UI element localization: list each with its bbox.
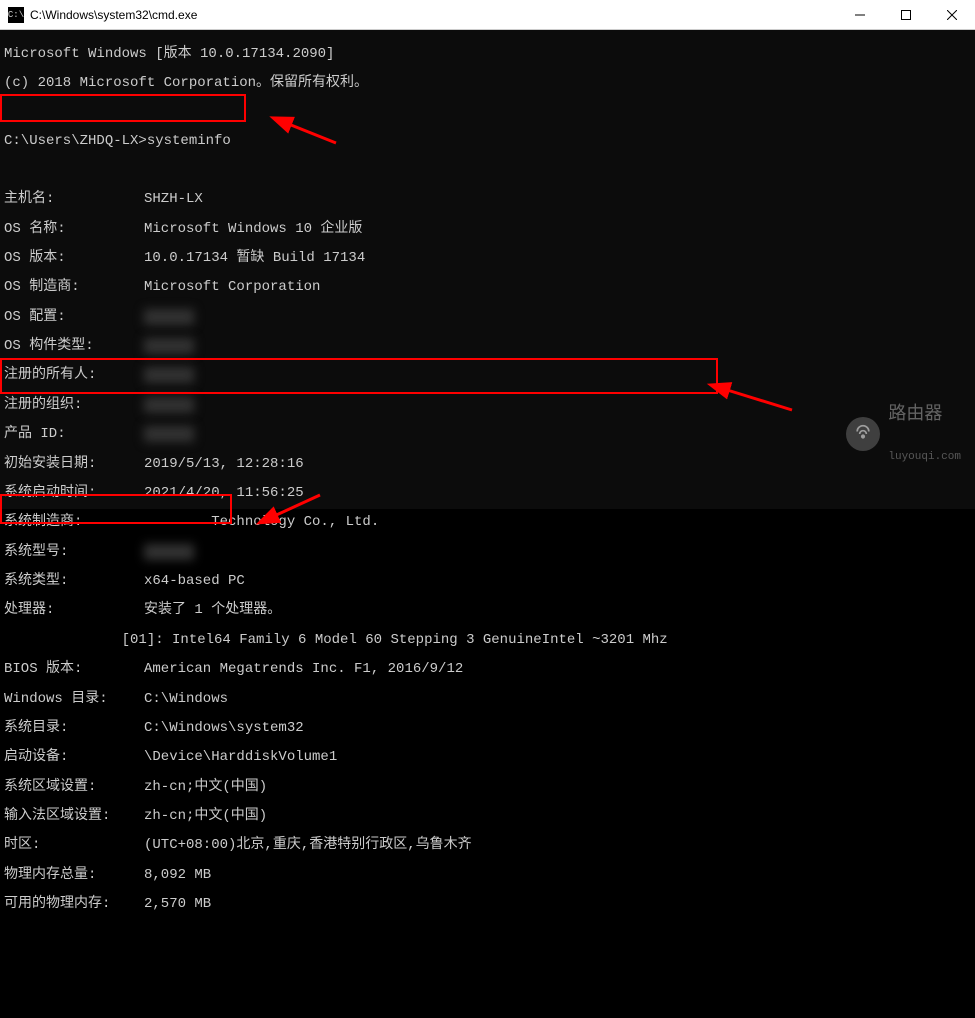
row-oscfg: OS 配置:: [4, 310, 971, 325]
close-button[interactable]: [929, 0, 975, 29]
command-prompt: C:\Users\ZHDQ-LX>systeminfo: [4, 134, 971, 149]
row-cpu: 处理器:安装了 1 个处理器。: [4, 603, 971, 618]
row-regowner: 注册的所有人:: [4, 368, 971, 383]
row-sysmodel: 系统型号:: [4, 545, 971, 560]
row-physmem: 物理内存总量:8,092 MB: [4, 868, 971, 883]
watermark-subtitle: luyouqi.com: [888, 452, 961, 464]
watermark: 路由器 luyouqi.com: [846, 374, 961, 493]
window-titlebar: C:\ C:\Windows\system32\cmd.exe: [0, 0, 975, 30]
row-osname: OS 名称:Microsoft Windows 10 企业版: [4, 222, 971, 237]
row-bootdev: 启动设备:\Device\HarddiskVolume1: [4, 750, 971, 765]
row-sysdir: 系统目录:C:\Windows\system32: [4, 721, 971, 736]
row-osmfr: OS 制造商:Microsoft Corporation: [4, 280, 971, 295]
row-osbuild: OS 构件类型:: [4, 339, 971, 354]
row-cpu-detail: [01]: Intel64 Family 6 Model 60 Stepping…: [4, 633, 971, 648]
row-boot: 系统启动时间:2021/4/20, 11:56:25: [4, 486, 971, 501]
row-windir: Windows 目录:C:\Windows: [4, 692, 971, 707]
row-systype: 系统类型:x64-based PC: [4, 574, 971, 589]
row-syslocale: 系统区域设置:zh-cn;中文(中国): [4, 780, 971, 795]
header-version: Microsoft Windows [版本 10.0.17134.2090]: [4, 47, 971, 62]
row-tz: 时区:(UTC+08:00)北京,重庆,香港特别行政区,乌鲁木齐: [4, 838, 971, 853]
row-sysmfr: 系统制造商: Technology Co., Ltd.: [4, 515, 971, 530]
console-output[interactable]: Microsoft Windows [版本 10.0.17134.2090] (…: [0, 30, 975, 509]
row-prodid: 产品 ID:: [4, 427, 971, 442]
window-controls: [837, 0, 975, 29]
row-availmem: 可用的物理内存:2,570 MB: [4, 897, 971, 912]
watermark-title: 路由器: [888, 404, 961, 423]
router-icon: [846, 417, 880, 451]
row-bios: BIOS 版本:American Megatrends Inc. F1, 201…: [4, 662, 971, 677]
row-regorg: 注册的组织:: [4, 398, 971, 413]
header-copyright: (c) 2018 Microsoft Corporation。保留所有权利。: [4, 76, 971, 91]
row-inputlocale: 输入法区域设置:zh-cn;中文(中国): [4, 809, 971, 824]
maximize-button[interactable]: [883, 0, 929, 29]
row-host: 主机名:SHZH-LX: [4, 192, 971, 207]
minimize-button[interactable]: [837, 0, 883, 29]
row-osver: OS 版本:10.0.17134 暂缺 Build 17134: [4, 251, 971, 266]
window-title: C:\Windows\system32\cmd.exe: [30, 8, 837, 22]
cmd-icon: C:\: [8, 7, 24, 23]
row-install: 初始安装日期:2019/5/13, 12:28:16: [4, 457, 971, 472]
